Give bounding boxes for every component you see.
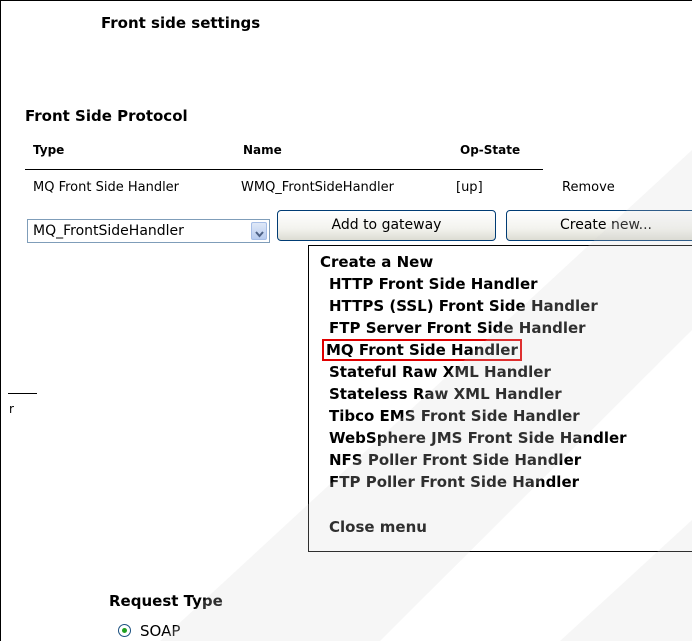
- menu-item-nfs-poller[interactable]: NFS Poller Front Side Handler: [329, 451, 581, 469]
- menu-item-tibco-ems[interactable]: Tibco EMS Front Side Handler: [329, 407, 580, 425]
- menu-item-stateful-raw-xml[interactable]: Stateful Raw XML Handler: [329, 363, 551, 381]
- remove-link[interactable]: Remove: [562, 180, 615, 195]
- row-name: WMQ_FrontSideHandler: [241, 180, 394, 195]
- radio-selected-dot: [122, 628, 127, 633]
- section-title: Front Side Protocol: [25, 107, 188, 125]
- menu-item-websphere-jms[interactable]: WebSphere JMS Front Side Handler: [329, 429, 627, 447]
- column-header-type: Type: [33, 143, 65, 157]
- menu-item-https[interactable]: HTTPS (SSL) Front Side Handler: [329, 297, 598, 315]
- column-header-name: Name: [243, 143, 282, 157]
- left-text-fragment: r: [9, 402, 14, 416]
- request-type-label: Request Type: [109, 592, 223, 610]
- select-value: MQ_FrontSideHandler: [33, 223, 184, 239]
- soap-radio-label: SOAP: [140, 622, 181, 640]
- menu-item-ftp-server[interactable]: FTP Server Front Side Handler: [329, 319, 586, 337]
- row-type: MQ Front Side Handler: [33, 180, 180, 195]
- menu-item-stateless-raw-xml[interactable]: Stateless Raw XML Handler: [329, 385, 562, 403]
- close-menu-link[interactable]: Close menu: [329, 518, 427, 536]
- header-divider: [25, 169, 543, 170]
- add-to-gateway-button[interactable]: Add to gateway: [277, 210, 496, 241]
- soap-radio-button[interactable]: [118, 624, 131, 637]
- chevron-down-icon[interactable]: [251, 222, 267, 240]
- create-new-menu: Create a New HTTP Front Side Handler HTT…: [308, 245, 692, 552]
- create-new-button[interactable]: Create new...: [506, 210, 692, 241]
- frame-top-border: [0, 0, 692, 1]
- menu-heading: Create a New: [320, 253, 434, 271]
- menu-item-mq[interactable]: MQ Front Side Handler: [322, 339, 522, 361]
- row-op-state: [up]: [456, 180, 483, 195]
- page-title: Front side settings: [101, 14, 261, 32]
- column-header-op-state: Op-State: [460, 143, 521, 157]
- menu-item-http[interactable]: HTTP Front Side Handler: [329, 275, 538, 293]
- handler-type-select[interactable]: MQ_FrontSideHandler: [27, 219, 270, 243]
- menu-item-ftp-poller[interactable]: FTP Poller Front Side Handler: [329, 473, 579, 491]
- left-divider: [8, 393, 37, 394]
- frame-left-border: [0, 0, 1, 641]
